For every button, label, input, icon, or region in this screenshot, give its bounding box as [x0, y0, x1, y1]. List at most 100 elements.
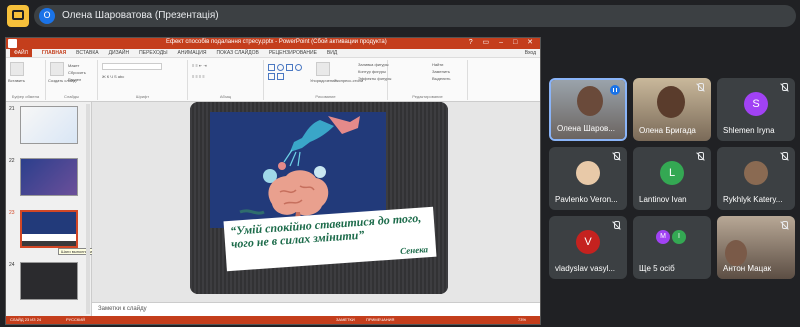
layout-button[interactable]: Макет	[68, 63, 79, 68]
ppt-status-bar: СЛАЙД 23 ИЗ 24 РУССКИЙ ЗАМЕТКИ ПРИМЕЧАНИ…	[6, 316, 540, 324]
mic-off-icon	[611, 221, 621, 231]
line-shape-icon[interactable]	[286, 64, 293, 71]
participant-mini-avatar: M	[656, 230, 670, 244]
tab-insert[interactable]: ВСТАВКА	[76, 49, 98, 57]
participant-tile[interactable]: Rykhlyk Katery...	[717, 147, 795, 210]
align-buttons[interactable]: ≡ ≡ ≡ ≡	[192, 74, 205, 79]
reset-button[interactable]: Сбросить	[68, 70, 86, 75]
slides-group: Создать слайд Макет Сбросить Раздел Слай…	[46, 60, 98, 100]
participant-mini-avatar: I	[672, 230, 686, 244]
thumbnail-number: 21	[9, 106, 15, 112]
slide-thumbnail-pane[interactable]: 21 22 23 24 Шаги выполнения	[6, 102, 98, 317]
participant-avatar: S	[744, 92, 768, 116]
participant-tile[interactable]: Олена Бригада	[633, 78, 711, 141]
font-group: Ж К Ч S abc Шрифт	[98, 60, 188, 100]
arrange-icon[interactable]	[316, 62, 330, 76]
oval-shape-icon[interactable]	[277, 64, 284, 71]
participant-name: Lantinov Ivan	[639, 195, 687, 204]
triangle-shape-icon[interactable]	[277, 73, 284, 80]
rectangle-shape-icon[interactable]	[268, 64, 275, 71]
status-language[interactable]: РУССКИЙ	[66, 317, 85, 322]
window-controls[interactable]: ? ▭ – □ ✕	[469, 38, 537, 46]
ppt-title-bar: Ефект способів подалання стресу.pptx - P…	[6, 38, 540, 49]
notes-pane[interactable]: Заметки к слайду	[92, 302, 540, 317]
mic-off-icon	[611, 152, 621, 162]
new-slide-icon[interactable]	[50, 62, 64, 76]
participant-silhouette	[577, 86, 603, 116]
participant-tile[interactable]: Олена Шаров...	[549, 78, 627, 141]
find-button[interactable]: Найти	[432, 62, 443, 67]
thumbnail-image	[20, 158, 78, 196]
status-zoom[interactable]: 73%	[518, 317, 526, 322]
participant-silhouette	[657, 86, 685, 118]
participant-name: vladyslav vasyl...	[555, 264, 616, 273]
participant-photo-avatar	[744, 161, 768, 185]
tab-review[interactable]: РЕЦЕНЗИРОВАНИЕ	[269, 49, 317, 57]
signin-link[interactable]: Вход	[525, 49, 536, 58]
thumbnail-number: 22	[9, 158, 15, 164]
participant-name: Rykhlyk Katery...	[723, 195, 783, 204]
participant-name: Олена Бригада	[639, 126, 696, 135]
arrange-button[interactable]: Упорядочение	[310, 78, 337, 83]
thumbnail-image	[20, 210, 78, 248]
ppt-document-title: Ефект способів подалання стресу.pptx - P…	[166, 39, 387, 45]
brain-watering-icon	[239, 116, 360, 226]
status-comments-button[interactable]: ПРИМЕЧАНИЯ	[366, 317, 394, 322]
drawing-group: Упорядочение Экспресс-стили Заливка фигу…	[264, 60, 391, 100]
mic-off-icon	[779, 83, 789, 93]
notes-placeholder: Заметки к слайду	[98, 306, 147, 312]
presentation-indicator[interactable]: O Олена Шароватова (Презентація)	[34, 5, 796, 27]
presenter-avatar: O	[39, 8, 55, 24]
participant-tile[interactable]: S Shlemen Iryna	[717, 78, 795, 141]
editing-group: Найти Заменить Выделить Редактирование	[388, 60, 468, 100]
tab-file[interactable]: ФАЙЛ	[10, 49, 32, 57]
shape-effects-button[interactable]: Эффекты фигуры	[358, 76, 391, 81]
editing-label: Редактирование	[412, 94, 443, 99]
participant-tile[interactable]: Pavlenko Veron...	[549, 147, 627, 210]
thumbnail-scrollbar[interactable]	[86, 104, 90, 314]
drawing-label: Рисование	[315, 94, 336, 99]
activities-button[interactable]	[7, 5, 29, 27]
more-participants-tile[interactable]: M I Ще 5 осіб	[633, 216, 711, 279]
paste-icon[interactable]	[10, 62, 24, 76]
mic-off-icon	[695, 83, 705, 93]
meet-top-bar: O Олена Шароватова (Презентація)	[0, 0, 800, 34]
tab-animation[interactable]: АНИМАЦИЯ	[178, 49, 207, 57]
ppt-ribbon: Вставить Буфер обмена Создать слайд Маке…	[6, 58, 540, 102]
tab-slideshow[interactable]: ПОКАЗ СЛАЙДОВ	[216, 49, 258, 57]
circle-shape-icon[interactable]	[295, 64, 302, 71]
tab-home[interactable]: ГЛАВНАЯ	[42, 49, 66, 57]
shape-outline-button[interactable]: Контур фигуры	[358, 69, 386, 74]
activities-icon	[12, 10, 24, 20]
participant-avatar: V	[576, 230, 600, 254]
tab-design[interactable]: ДИЗАЙН	[109, 49, 130, 57]
participant-tile[interactable]: V vladyslav vasyl...	[549, 216, 627, 279]
ppt-ribbon-tabs: ФАЙЛ ГЛАВНАЯ ВСТАВКА ДИЗАЙН ПЕРЕХОДЫ АНИ…	[6, 49, 540, 58]
current-slide[interactable]: “Умій спокійно ставитися до того, чого н…	[190, 102, 448, 294]
thumbnail-image	[20, 262, 78, 300]
participant-tile[interactable]: L Lantinov Ivan	[633, 147, 711, 210]
clipboard-label: Буфер обмена	[11, 94, 40, 99]
tab-transitions[interactable]: ПЕРЕХОДЫ	[139, 49, 167, 57]
font-format-buttons[interactable]: Ж К Ч S abc	[102, 74, 124, 79]
list-buttons[interactable]: ≡ ≡ ⇤ ⇥	[192, 63, 207, 68]
thumbnail-image	[20, 106, 78, 144]
paragraph-label: Абзац	[219, 94, 232, 99]
paste-button[interactable]: Вставить	[8, 78, 25, 83]
tab-view[interactable]: ВИД	[327, 49, 337, 57]
thumbnail-number: 24	[9, 262, 15, 268]
mic-off-icon	[779, 221, 789, 231]
section-button[interactable]: Раздел	[68, 77, 81, 82]
arrow-shape-icon[interactable]	[268, 73, 275, 80]
status-notes-button[interactable]: ЗАМЕТКИ	[336, 317, 355, 322]
shape-fill-button[interactable]: Заливка фигуры	[358, 62, 389, 67]
replace-button[interactable]: Заменить	[432, 69, 450, 74]
select-button[interactable]: Выделить	[432, 76, 450, 81]
ppt-workspace: 21 22 23 24 Шаги выполнения “Умій спокій…	[6, 102, 540, 317]
slide-canvas[interactable]: “Умій спокійно ставитися до того, чого н…	[92, 102, 540, 302]
mic-off-icon	[779, 152, 789, 162]
font-family-input[interactable]	[102, 63, 162, 70]
font-label: Шрифт	[135, 94, 150, 99]
participant-avatar: L	[660, 161, 684, 185]
participant-tile[interactable]: Антон Мацак	[717, 216, 795, 279]
